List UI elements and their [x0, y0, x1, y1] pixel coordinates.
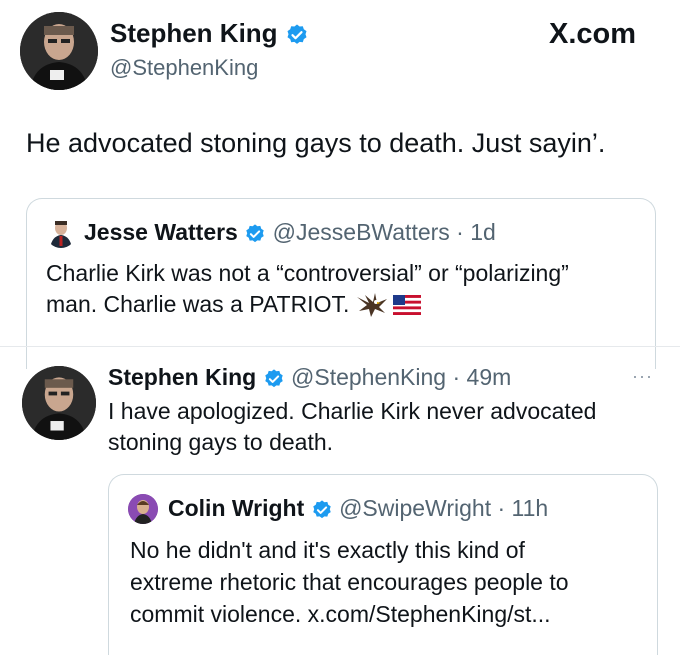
quote1-handle[interactable]: @JesseBWatters	[273, 219, 450, 245]
quote2-author-row: Colin Wright @SwipeWright · 11h	[168, 495, 548, 522]
quote1-line: man. Charlie was a PATRIOT.	[46, 291, 350, 317]
tweet-text: He advocated stoning gays to death. Just…	[26, 128, 606, 158]
avatar-image	[46, 218, 76, 248]
eagle-emoji-icon	[357, 292, 388, 317]
avatar-image	[128, 494, 158, 524]
separator-dot: ·	[449, 219, 471, 245]
quote1-author-row: Jesse Watters @JesseBWatters · 1d	[84, 219, 496, 246]
avatar-stephen-king[interactable]	[20, 12, 98, 90]
top-author-row: Stephen King	[110, 18, 309, 49]
verified-badge-icon	[287, 24, 307, 45]
separator-dot: ·	[446, 364, 467, 390]
reply-text: I have apologized. Charlie Kirk never ad…	[108, 396, 596, 458]
avatar-image	[20, 12, 98, 90]
verified-badge-icon	[246, 224, 264, 243]
quote2-text: No he didn't and it's exactly this kind …	[130, 534, 569, 630]
us-flag-emoji-icon	[393, 294, 422, 315]
quote2-timestamp[interactable]: 11h	[512, 495, 549, 521]
quote1-line-last: man. Charlie was a PATRIOT.	[46, 289, 569, 320]
reply-author-row: Stephen King @StephenKing · 49m	[108, 364, 511, 391]
reply-handle[interactable]: @StephenKing	[291, 364, 446, 390]
verified-badge-icon	[264, 369, 283, 388]
tweet-divider	[0, 346, 680, 347]
quote1-timestamp[interactable]: 1d	[470, 219, 496, 245]
avatar-colin-wright[interactable]	[128, 494, 158, 524]
reply-author-name[interactable]: Stephen King	[108, 364, 256, 390]
separator-dot: ·	[491, 495, 512, 521]
author-name[interactable]: Stephen King	[110, 18, 278, 48]
reply-line: I have apologized. Charlie Kirk never ad…	[108, 398, 597, 424]
avatar-jesse-watters[interactable]	[46, 218, 76, 248]
quote2-line: No he didn't and it's exactly this kind …	[130, 537, 525, 563]
reply-line: stoning gays to death.	[108, 429, 334, 455]
more-options-icon[interactable]: ···	[632, 366, 653, 387]
verified-badge-icon	[312, 500, 331, 519]
avatar-image	[22, 366, 96, 440]
quote2-line: extreme rhetoric that encourages people …	[130, 569, 569, 595]
quote2-line: commit violence. x.com/StephenKing/st...	[130, 601, 551, 627]
quote2-handle[interactable]: @SwipeWright	[339, 495, 491, 521]
reply-timestamp[interactable]: 49m	[467, 364, 512, 390]
quote2-author-name[interactable]: Colin Wright	[168, 495, 304, 521]
author-handle[interactable]: @StephenKing	[110, 55, 258, 81]
quote1-text: Charlie Kirk was not a “controversial” o…	[46, 258, 569, 320]
quote1-author-name[interactable]: Jesse Watters	[84, 219, 238, 245]
avatar-stephen-king-reply[interactable]	[22, 366, 96, 440]
site-logo: X.com	[549, 18, 637, 50]
quote1-line: Charlie Kirk was not a “controversial” o…	[46, 260, 569, 286]
